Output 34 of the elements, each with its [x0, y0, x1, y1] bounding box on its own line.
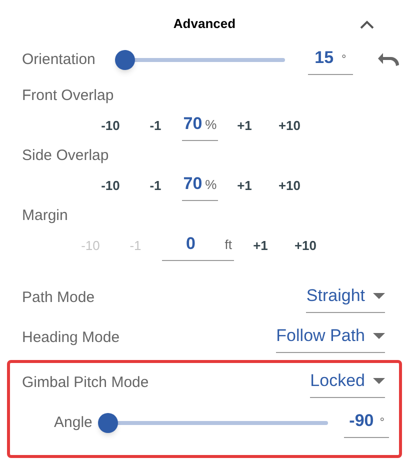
field-label: Margin	[21, 206, 69, 226]
dropdown[interactable]: Straight	[306, 282, 385, 314]
chevron-icon[interactable]	[360, 20, 374, 28]
step-button[interactable]: +10	[267, 116, 312, 136]
caret-icon	[373, 332, 385, 338]
step-button[interactable]: +10	[283, 236, 328, 256]
field-label: Path Mode	[22, 288, 95, 308]
step-button[interactable]: +1	[238, 236, 283, 256]
field-label: Side Overlap	[21, 146, 110, 166]
undo-icon[interactable]	[378, 53, 400, 67]
number-field[interactable]: -90 °	[344, 408, 390, 438]
slider-thumb[interactable]	[98, 413, 118, 433]
step-button[interactable]: -10	[88, 176, 133, 196]
caret-icon	[373, 292, 385, 298]
step-button[interactable]: +1	[222, 116, 267, 136]
number-field[interactable]: 0 ft	[162, 230, 234, 262]
slider-thumb[interactable]	[115, 50, 135, 70]
step-button[interactable]: -1	[133, 176, 178, 196]
step-button[interactable]: -1	[133, 116, 178, 136]
caret-icon	[373, 378, 385, 384]
section-title: Advanced	[173, 15, 236, 34]
field-label: Angle	[54, 412, 92, 433]
step-button[interactable]: -10	[88, 116, 133, 136]
step-button[interactable]: +1	[222, 176, 267, 196]
number-field[interactable]: 70 %	[182, 110, 218, 142]
dropdown[interactable]: Locked	[310, 368, 385, 398]
field-label: Orientation	[22, 50, 96, 70]
dropdown[interactable]: Follow Path	[276, 322, 385, 354]
field-label: Front Overlap	[21, 86, 115, 106]
number-field[interactable]: 15 °	[308, 44, 353, 76]
number-field[interactable]: 70 %	[182, 170, 218, 202]
field-label: Gimbal Pitch Mode	[22, 372, 149, 393]
field-label: Heading Mode	[22, 328, 120, 348]
step-button[interactable]: +10	[267, 176, 312, 196]
